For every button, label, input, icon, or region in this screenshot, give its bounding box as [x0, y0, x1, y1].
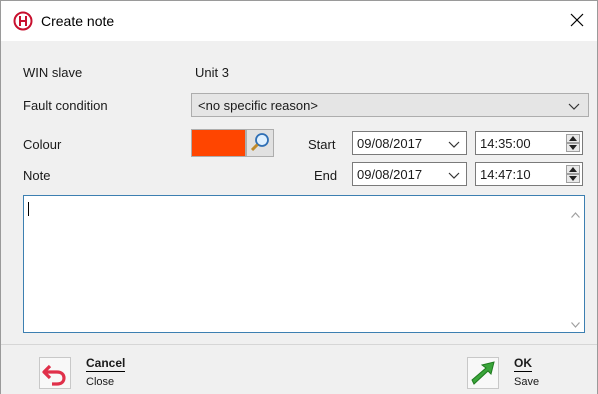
chevron-down-icon [568, 100, 580, 112]
resistor-logo-icon [13, 11, 33, 31]
window-title: Create note [41, 13, 115, 29]
start-date-picker[interactable]: 09/08/2017 [352, 131, 467, 155]
start-label: Start [308, 137, 336, 152]
spin-down-icon[interactable] [566, 174, 580, 183]
note-textarea[interactable] [23, 195, 585, 333]
chevron-down-icon [448, 139, 460, 151]
spin-up-icon[interactable] [566, 134, 580, 143]
end-time-input[interactable]: 14:47:10 [475, 162, 583, 186]
create-note-dialog: Create note WIN slave Unit 3 Fault condi… [0, 0, 598, 394]
magnifier-icon [247, 133, 273, 159]
green-arrow-icon [468, 361, 498, 391]
ok-button[interactable] [467, 357, 499, 389]
start-date-value: 09/08/2017 [357, 136, 423, 151]
colour-swatch[interactable] [191, 129, 246, 157]
text-caret [28, 202, 29, 216]
fault-condition-value: <no specific reason> [198, 98, 318, 113]
ok-label[interactable]: OK [514, 356, 532, 372]
end-time-value: 14:47:10 [480, 167, 531, 182]
undo-arrow-icon [40, 364, 70, 391]
title-bar: Create note [1, 1, 597, 41]
spin-down-icon[interactable] [566, 143, 580, 152]
spin-up-icon[interactable] [566, 165, 580, 174]
win-slave-value: Unit 3 [195, 65, 229, 80]
scroll-up-icon[interactable] [571, 206, 580, 218]
note-label: Note [23, 168, 51, 183]
chevron-down-icon [448, 170, 460, 182]
end-label: End [314, 168, 338, 183]
fault-condition-dropdown[interactable]: <no specific reason> [191, 93, 589, 117]
end-date-value: 09/08/2017 [357, 167, 423, 182]
ok-sublabel: Save [514, 376, 540, 388]
start-time-spinner[interactable] [566, 134, 580, 152]
start-time-value: 14:35:00 [480, 136, 531, 151]
end-date-picker[interactable]: 09/08/2017 [352, 162, 467, 186]
fault-condition-label: Fault condition [23, 98, 108, 113]
close-button[interactable] [557, 1, 597, 41]
close-icon [570, 13, 584, 30]
cancel-sublabel: Close [86, 376, 115, 388]
start-time-input[interactable]: 14:35:00 [475, 131, 583, 155]
cancel-button[interactable] [39, 357, 71, 389]
end-time-spinner[interactable] [566, 165, 580, 183]
colour-picker-button[interactable] [246, 129, 274, 157]
scroll-down-icon[interactable] [571, 316, 580, 328]
colour-label: Colour [23, 137, 62, 152]
note-scrollbar[interactable] [567, 196, 584, 332]
win-slave-label: WIN slave [23, 65, 83, 80]
cancel-label[interactable]: Cancel [86, 356, 126, 372]
